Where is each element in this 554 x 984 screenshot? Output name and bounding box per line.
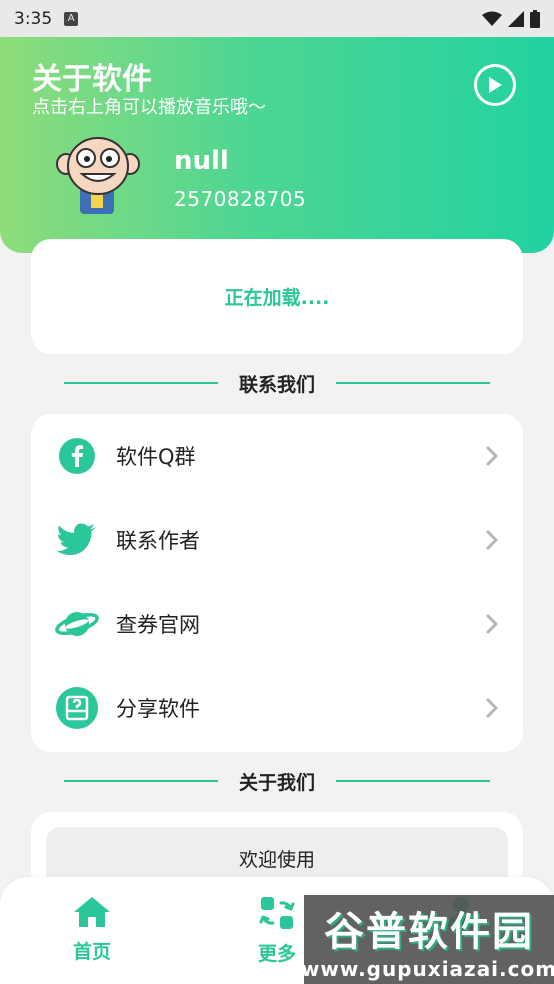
nav-label: 更多 [257, 943, 296, 965]
menu-item-contact-author[interactable]: 联系作者 [31, 498, 523, 582]
notification-a-icon: A [64, 11, 79, 26]
planet-icon [55, 602, 99, 646]
watermark-brand: 谷普软件园 [324, 908, 534, 955]
menu-item-official-site[interactable]: 查券官网 [31, 582, 523, 666]
page-title: 关于软件 [32, 62, 152, 97]
loading-text: 正在加载.... [224, 287, 330, 309]
cartoon-avatar-icon [56, 137, 140, 214]
signal-icon [508, 10, 524, 27]
menu-item-label: 软件Q群 [116, 445, 196, 469]
chevron-right-icon [486, 530, 498, 550]
chevron-right-icon [486, 698, 498, 718]
watermark: 谷普软件园 www.gupuxiazai.com [300, 895, 554, 984]
menu-item-label: 分享软件 [116, 697, 200, 721]
divider-line-right [335, 780, 490, 782]
watermark-url: www.gupuxiazai.com [300, 956, 554, 981]
status-bar: 3:35 A [0, 0, 554, 37]
play-circle-icon [489, 77, 502, 93]
share-box-icon [55, 686, 99, 730]
facebook-icon [55, 434, 99, 478]
wifi-icon [482, 11, 502, 26]
menu-item-label: 查券官网 [116, 613, 200, 637]
chevron-right-icon [486, 446, 498, 466]
announcement-card: 正在加载.... [31, 239, 523, 354]
twitter-icon [55, 518, 99, 562]
home-icon [74, 897, 110, 927]
menu-item-label: 联系作者 [116, 529, 200, 553]
divider-line-right [335, 382, 490, 384]
play-music-button[interactable] [474, 64, 516, 106]
contact-menu-card: 软件Q群 联系作者 查券官网 分享软件 [31, 414, 523, 752]
menu-item-share-app[interactable]: 分享软件 [31, 666, 523, 750]
about-section-divider: 关于我们 [64, 766, 490, 796]
battery-icon [530, 9, 540, 28]
status-icons [482, 9, 540, 28]
page-subtitle: 点击右上角可以播放音乐哦～ [32, 97, 266, 118]
user-id: 2570828705 [174, 187, 307, 211]
divider-line-left [64, 780, 218, 782]
about-section-title: 关于我们 [238, 771, 315, 794]
contact-section-title: 联系我们 [238, 373, 315, 396]
nav-item-home[interactable]: 首页 [47, 895, 137, 975]
divider-line-left [64, 382, 218, 384]
refresh-grid-icon [259, 897, 295, 929]
avatar[interactable] [56, 134, 140, 218]
user-name: null [174, 146, 229, 176]
contact-section-divider: 联系我们 [64, 368, 490, 398]
nav-label: 首页 [72, 941, 111, 963]
menu-item-qq-group[interactable]: 软件Q群 [31, 414, 523, 498]
status-time: 3:35 [14, 8, 53, 29]
chevron-right-icon [486, 614, 498, 634]
